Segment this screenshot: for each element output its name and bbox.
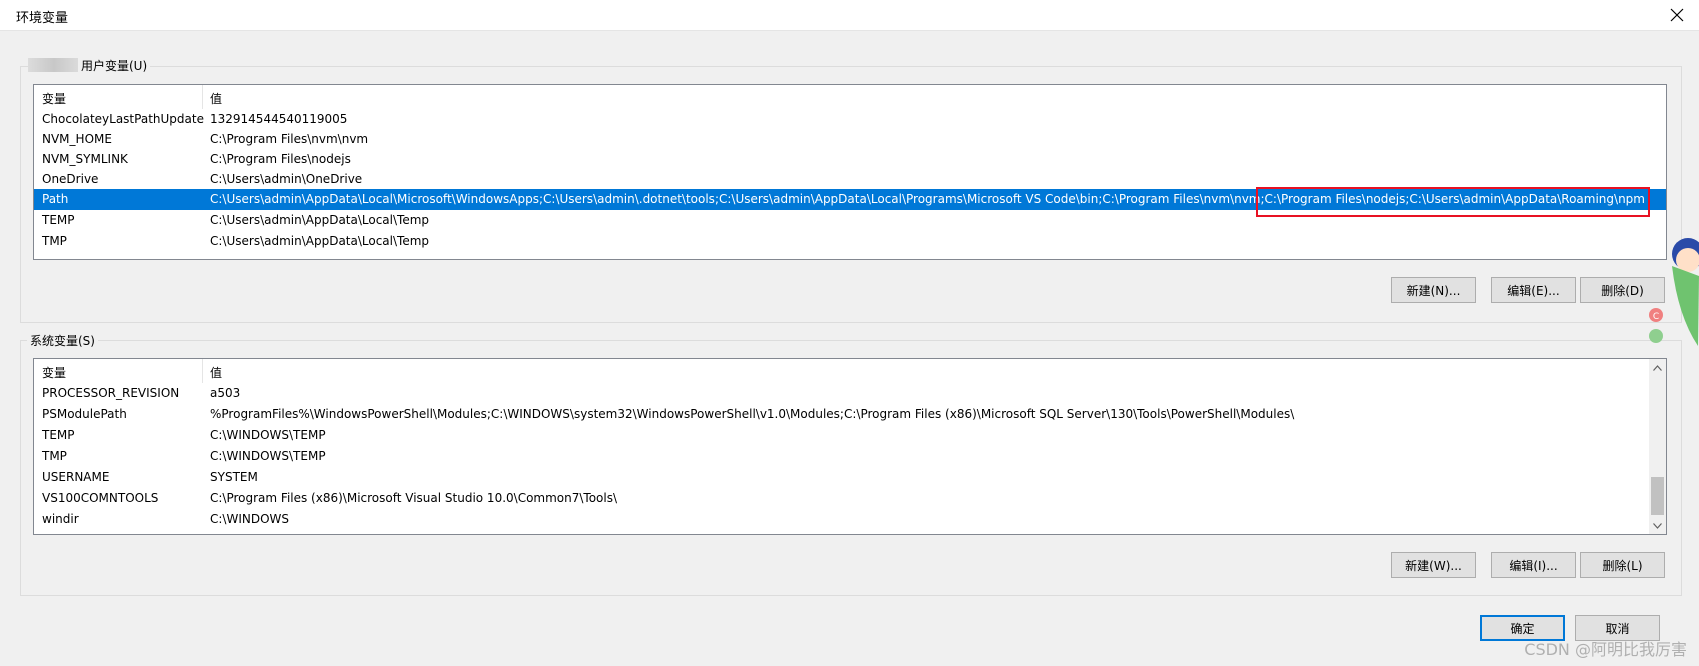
user-vars-label: 用户变量(U) <box>78 57 151 74</box>
mascot-sticker: C <box>1649 238 1699 346</box>
table-row[interactable]: windir C:\WINDOWS <box>34 509 1648 530</box>
table-row[interactable]: TEMP C:\WINDOWS\TEMP <box>34 425 1648 446</box>
column-header-value[interactable]: 值 <box>210 90 222 107</box>
column-header-variable[interactable]: 变量 <box>42 90 66 107</box>
var-value: C:\Program Files\nvm\nvm <box>210 132 369 146</box>
var-value: 132914544540119005 <box>210 112 348 126</box>
var-value: C:\Program Files\nodejs <box>210 152 351 166</box>
scrollbar-thumb[interactable] <box>1651 477 1664 515</box>
table-row[interactable]: NVM_SYMLINK C:\Program Files\nodejs <box>34 149 1666 170</box>
annotation-highlight-box <box>1256 187 1650 217</box>
close-button[interactable] <box>1655 0 1699 30</box>
title-bar: 环境变量 <box>0 0 1699 31</box>
user-edit-button[interactable]: 编辑(E)... <box>1491 277 1576 303</box>
list-header: 变量 值 <box>34 85 1666 109</box>
var-value: C:\WINDOWS\TEMP <box>210 449 326 463</box>
var-value: C:\Program Files (x86)\Microsoft Visual … <box>210 491 618 505</box>
column-header-variable[interactable]: 变量 <box>42 364 66 381</box>
user-vars-list[interactable]: 变量 值 ChocolateyLastPathUpdate 1329145445… <box>33 84 1667 260</box>
scroll-up-icon <box>1653 364 1662 371</box>
var-name: PSModulePath <box>42 407 127 421</box>
var-value: C:\WINDOWS\TEMP <box>210 428 326 442</box>
table-row[interactable]: TMP C:\Users\admin\AppData\Local\Temp <box>34 231 1666 252</box>
table-row[interactable]: NVM_HOME C:\Program Files\nvm\nvm <box>34 129 1666 150</box>
watermark: CSDN @阿明比我厉害 <box>1524 640 1687 659</box>
system-new-button[interactable]: 新建(W)... <box>1391 552 1476 578</box>
scroll-down-icon <box>1653 522 1662 529</box>
svg-text:C: C <box>1653 312 1659 322</box>
var-name: OneDrive <box>42 172 99 186</box>
window-title: 环境变量 <box>16 11 69 26</box>
var-name: PROCESSOR_REVISION <box>42 386 180 400</box>
var-value: C:\Users\admin\OneDrive <box>210 172 363 186</box>
system-vars-list[interactable]: 变量 值 PROCESSOR_REVISION a503 PSModulePat… <box>33 358 1667 535</box>
var-name: ChocolateyLastPathUpdate <box>42 112 204 126</box>
list-header: 变量 值 <box>34 359 1666 383</box>
column-header-value[interactable]: 值 <box>210 364 222 381</box>
table-row[interactable]: PSModulePath %ProgramFiles%\WindowsPower… <box>34 404 1648 425</box>
system-delete-button[interactable]: 删除(L) <box>1580 552 1665 578</box>
var-name: Path <box>42 192 69 206</box>
column-divider[interactable] <box>202 85 203 109</box>
var-value: C:\Users\admin\AppData\Local\Temp <box>210 213 430 227</box>
var-name: TMP <box>42 234 67 248</box>
system-edit-button[interactable]: 编辑(I)... <box>1491 552 1576 578</box>
vertical-scrollbar[interactable] <box>1649 359 1666 534</box>
user-new-button[interactable]: 新建(N)... <box>1391 277 1476 303</box>
scroll-down-button[interactable] <box>1649 517 1666 534</box>
table-row[interactable]: VS100COMNTOOLS C:\Program Files (x86)\Mi… <box>34 488 1648 509</box>
table-row[interactable]: ChocolateyLastPathUpdate 132914544540119… <box>34 109 1666 130</box>
column-divider[interactable] <box>202 359 203 383</box>
system-vars-label: 系统变量(S) <box>27 332 98 349</box>
var-name: NVM_SYMLINK <box>42 152 128 166</box>
var-name: USERNAME <box>42 470 110 484</box>
var-name: VS100COMNTOOLS <box>42 491 159 505</box>
var-value: SYSTEM <box>210 470 258 484</box>
table-row[interactable]: PROCESSOR_REVISION a503 <box>34 383 1648 404</box>
var-value: C:\WINDOWS <box>210 512 290 526</box>
table-row[interactable]: TMP C:\WINDOWS\TEMP <box>34 446 1648 467</box>
table-row[interactable]: USERNAME SYSTEM <box>34 467 1648 488</box>
close-icon <box>1670 8 1684 22</box>
redacted-username <box>28 58 80 72</box>
scroll-up-button[interactable] <box>1649 359 1666 376</box>
var-name: TMP <box>42 449 67 463</box>
var-name: windir <box>42 512 79 526</box>
var-value: C:\Users\admin\AppData\Local\Temp <box>210 234 430 248</box>
var-name: TEMP <box>42 213 75 227</box>
var-name: TEMP <box>42 428 75 442</box>
var-value: %ProgramFiles%\WindowsPowerShell\Modules… <box>210 407 1295 421</box>
var-name: NVM_HOME <box>42 132 112 146</box>
var-value: a503 <box>210 386 241 400</box>
